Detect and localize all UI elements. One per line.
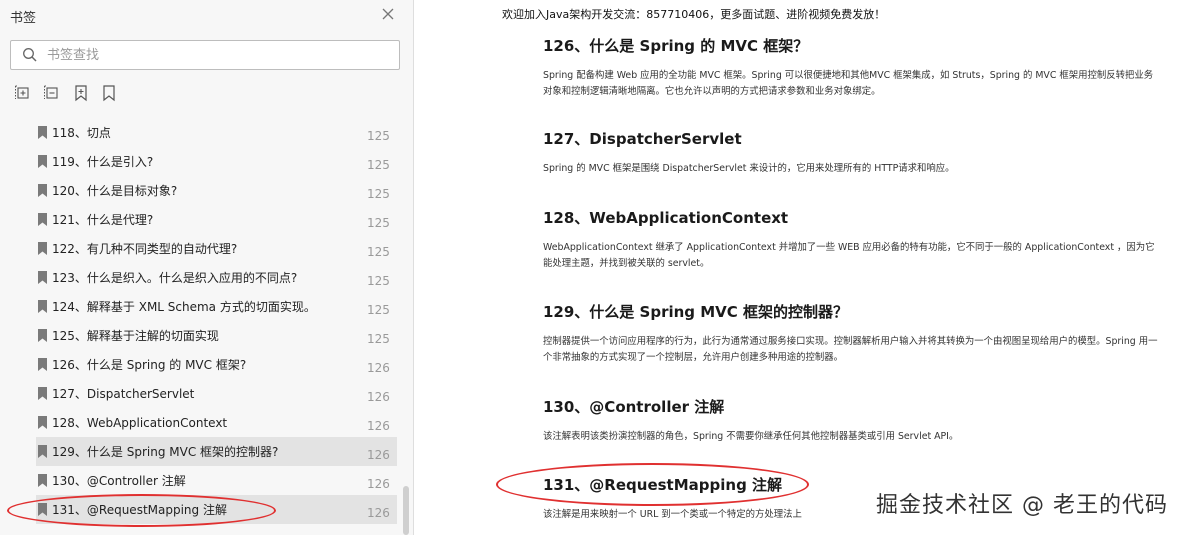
doc-section: 129、什么是 Spring MVC 框架的控制器？ 控制器提供一个访问应用程序…: [543, 301, 1158, 366]
bookmark-label: 130、@Controller 注解: [52, 474, 186, 488]
bookmark-icon: [38, 358, 47, 371]
section-heading: 130、@Controller 注解: [543, 398, 725, 416]
bookmark-page: 125: [367, 187, 390, 201]
bookmark-item[interactable]: 121、什么是代理? 125: [36, 205, 397, 234]
bookmark-page: 126: [367, 361, 390, 375]
section-body: 控制器提供一个访问应用程序的行为，此行为通常通过服务接口实现。控制器解析用户输入…: [543, 336, 1158, 363]
watermark: 掘金技术社区 @ 老王的代码: [876, 493, 1168, 518]
bookmark-item-hovered[interactable]: 131、@RequestMapping 注解 126: [36, 495, 397, 524]
bookmark-label: 125、解释基于注解的切面实现: [52, 329, 219, 343]
bookmark-icon: [38, 126, 47, 139]
bookmark-page: 126: [367, 448, 390, 462]
section-heading: 126、什么是 Spring 的 MVC 框架？: [543, 37, 809, 55]
bookmark-icon[interactable]: [100, 84, 118, 102]
bookmark-item[interactable]: 123、什么是织入。什么是织入应用的不同点? 125: [36, 263, 397, 292]
bookmark-item[interactable]: 120、什么是目标对象? 125: [36, 176, 397, 205]
search-icon: [22, 47, 38, 67]
bookmark-page: 125: [367, 216, 390, 230]
bookmark-icon: [38, 184, 47, 197]
bookmark-icon: [38, 155, 47, 168]
bookmark-item[interactable]: 126、什么是 Spring 的 MVC 框架? 126: [36, 350, 397, 379]
doc-section: 126、什么是 Spring 的 MVC 框架？ Spring 配备构建 Web…: [543, 35, 1158, 100]
bookmark-item[interactable]: 118、切点 125: [36, 118, 397, 147]
bookmark-item[interactable]: 130、@Controller 注解 126: [36, 466, 397, 495]
bookmark-search-box[interactable]: [10, 40, 400, 70]
bookmark-search-input[interactable]: [47, 45, 387, 65]
bookmark-icon: [38, 416, 47, 429]
bookmark-page: 126: [367, 506, 390, 520]
bookmark-label: 120、什么是目标对象?: [52, 184, 178, 198]
doc-section: 127、DispatcherServlet Spring 的 MVC 框架是围绕…: [543, 128, 1158, 177]
bookmark-page: 126: [367, 390, 390, 404]
bookmark-item[interactable]: 119、什么是引入? 125: [36, 147, 397, 176]
bookmark-item-selected[interactable]: 129、什么是 Spring MVC 框架的控制器? 126: [36, 437, 397, 466]
expand-all-icon[interactable]: [14, 84, 32, 102]
doc-section: 128、WebApplicationContext WebApplication…: [543, 207, 1158, 272]
bookmark-label: 123、什么是织入。什么是织入应用的不同点?: [52, 271, 298, 285]
section-heading: 128、WebApplicationContext: [543, 209, 789, 227]
section-body: 该注解表明该类扮演控制器的角色，Spring 不需要你继承任何其他控制器基类或引…: [543, 431, 959, 442]
bookmark-icon: [38, 387, 47, 400]
bookmark-label: 129、什么是 Spring MVC 框架的控制器?: [52, 445, 279, 459]
bookmark-panel: 书签 118、切点 125 119、什么是引入? 125: [0, 0, 414, 535]
section-body: Spring 配备构建 Web 应用的全功能 MVC 框架。Spring 可以很…: [543, 70, 1154, 97]
section-body: Spring 的 MVC 框架是围绕 DispatcherServlet 来设计…: [543, 163, 955, 174]
bookmark-page: 125: [367, 129, 390, 143]
close-icon[interactable]: [380, 6, 396, 22]
collapse-all-icon[interactable]: [43, 84, 61, 102]
bookmark-label: 121、什么是代理?: [52, 213, 154, 227]
bookmark-page: 125: [367, 274, 390, 288]
bookmark-item[interactable]: 127、DispatcherServlet 126: [36, 379, 397, 408]
bookmark-icon: [38, 503, 47, 516]
bookmark-page: 125: [367, 303, 390, 317]
bookmark-page: 125: [367, 245, 390, 259]
bookmark-label: 127、DispatcherServlet: [52, 387, 195, 401]
doc-section: 130、@Controller 注解 该注解表明该类扮演控制器的角色，Sprin…: [543, 396, 1158, 445]
bookmark-icon: [38, 474, 47, 487]
bookmark-label: 124、解释基于 XML Schema 方式的切面实现。: [52, 300, 316, 314]
bookmark-item[interactable]: 124、解释基于 XML Schema 方式的切面实现。 125: [36, 292, 397, 321]
bookmark-label: 118、切点: [52, 126, 111, 140]
bookmark-icon: [38, 329, 47, 342]
bookmark-item[interactable]: 122、有几种不同类型的自动代理? 125: [36, 234, 397, 263]
bookmark-label: 128、WebApplicationContext: [52, 416, 228, 430]
bookmark-label: 131、@RequestMapping 注解: [52, 503, 227, 517]
page-header-banner: 欢迎加入Java架构开发交流：857710406，更多面试题、进阶视频免费发放！: [502, 8, 886, 21]
bookmark-page: 125: [367, 158, 390, 172]
scrollbar-track[interactable]: [401, 118, 411, 535]
bookmark-icon: [38, 300, 47, 313]
panel-title: 书签: [10, 11, 37, 26]
bookmark-item[interactable]: 125、解释基于注解的切面实现 125: [36, 321, 397, 350]
section-heading: 129、什么是 Spring MVC 框架的控制器？: [543, 303, 849, 321]
bookmark-page: 126: [367, 477, 390, 491]
bookmark-label: 122、有几种不同类型的自动代理?: [52, 242, 238, 256]
bookmark-icon: [38, 242, 47, 255]
bookmark-page: 125: [367, 332, 390, 346]
bookmark-page: 126: [367, 419, 390, 433]
bookmark-label: 126、什么是 Spring 的 MVC 框架?: [52, 358, 247, 372]
section-body: WebApplicationContext 继承了 ApplicationCon…: [543, 242, 1155, 269]
bookmark-label: 119、什么是引入?: [52, 155, 154, 169]
document-page: 欢迎加入Java架构开发交流：857710406，更多面试题、进阶视频免费发放！…: [414, 0, 1186, 535]
bookmark-icon: [38, 445, 47, 458]
add-bookmark-icon[interactable]: [72, 84, 90, 102]
scrollbar-thumb[interactable]: [403, 486, 409, 535]
bookmark-item[interactable]: 128、WebApplicationContext 126: [36, 408, 397, 437]
bookmark-icon: [38, 271, 47, 284]
section-heading: 127、DispatcherServlet: [543, 130, 742, 148]
bookmark-icon: [38, 213, 47, 226]
